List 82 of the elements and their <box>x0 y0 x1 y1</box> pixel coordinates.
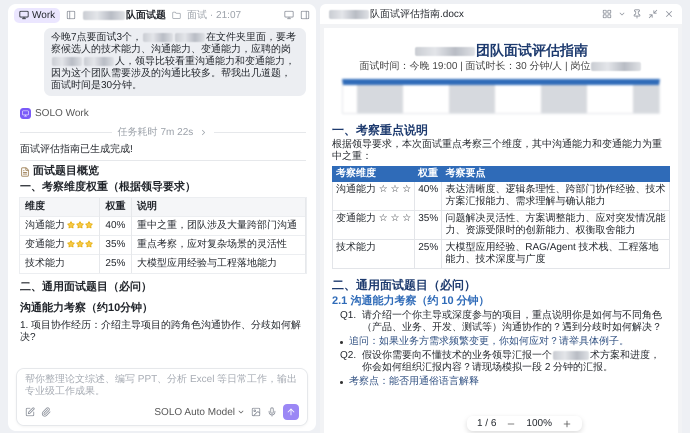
column-header: 权重 <box>414 166 442 182</box>
column-header: 权重 <box>100 198 132 216</box>
table-cell: 变通能力 <box>20 236 100 254</box>
zoom-in-icon[interactable] <box>562 418 572 428</box>
zoom-level: 100% <box>526 418 552 429</box>
column-header: 考察维度 <box>332 166 415 182</box>
agent-name: SOLO Work <box>35 108 89 119</box>
column-header: 考察要点 <box>442 166 670 182</box>
collapse-icon[interactable] <box>648 9 658 19</box>
table-cell: 重点考察，应对复杂场景的灵活性 <box>131 236 306 254</box>
sidebar-toggle-icon[interactable] <box>66 10 76 20</box>
column-header: 说明 <box>131 198 306 216</box>
bullet-icon <box>340 341 343 344</box>
table-cell: 40% <box>414 182 442 210</box>
redacted-block <box>553 350 590 360</box>
model-selector[interactable]: SOLO Auto Model <box>154 406 245 418</box>
question-label: Q2. <box>340 350 356 363</box>
chevron-down-icon[interactable] <box>618 10 626 18</box>
chevron-down-icon <box>237 408 245 416</box>
section-heading: 二、通用面试题目（必问） <box>20 281 153 294</box>
redacted-block <box>329 10 369 18</box>
microphone-icon[interactable] <box>267 407 277 417</box>
table-cell: 表达清晰度、逻辑条理性、跨部门协作经验、技术方案汇报能力、需求理解与确认能力 <box>442 182 670 210</box>
close-icon[interactable] <box>664 9 674 19</box>
table-cell: 沟通能力 ☆ ☆ ☆ <box>332 182 415 210</box>
edit-icon[interactable] <box>25 407 35 417</box>
table-cell: 问题解决灵活性、方案调整能力、应对突发情况能力、资源受限时的创新能力、权衡取舍能力 <box>442 210 670 240</box>
send-button[interactable] <box>283 404 299 420</box>
status-message: 面试评估指南已生成完成! <box>20 144 306 161</box>
question-text: 1. 项目协作经历：介绍主导项目的跨角色沟通协作、分歧如何解决? <box>20 320 302 344</box>
redacted-block <box>415 46 475 56</box>
table-cell: 技术能力 <box>20 254 100 273</box>
redacted-block <box>83 10 126 20</box>
table-cell: 重中之重，团队涉及大量跨部门沟通 <box>131 216 306 236</box>
section-heading: 二、通用面试题目（必问） <box>332 278 477 292</box>
subsection-heading: 2.1 沟通能力考察（约 10 分钟） <box>332 295 491 308</box>
redacted-block <box>52 56 82 66</box>
question-text: 请介绍一个你主导或深度参与的项目，重点说明你是如何与不同角色（产品、业务、开发、测试等）沟通协作的？遇到分歧时如何解决？ <box>362 310 664 334</box>
intro-paragraph: 根据领导要求，本次面试重点考察三个维度，其中沟通能力和变通能力为重中之重： <box>332 139 663 163</box>
document-title: 团队面试评估指南 <box>332 42 670 59</box>
note-text: 追问：如果业务方需求频繁变更，你如何应对？请举具体例子。 <box>349 336 629 348</box>
arrow-up-icon <box>286 407 296 417</box>
document-icon <box>20 166 30 176</box>
table-cell: 沟通能力 <box>20 216 100 236</box>
bullet-icon <box>340 381 343 384</box>
folder-icon <box>172 10 182 20</box>
table-cell: 40% <box>100 216 132 236</box>
table-cell: 35% <box>414 210 442 240</box>
screen-icon[interactable] <box>284 10 294 20</box>
user-message: 今晚7点要面试3个， 在文件夹里面，要考察候选人的技术能力、沟通能力、变通能力，应聘的岗 人，领导比较看重沟通能力和变通能力，因为这个团队需要涉及的沟通比较多。帮我出几道题，面试时间是30分钟。 <box>44 28 306 96</box>
subsection-heading: 沟通能力考察（约10分钟） <box>20 302 154 315</box>
overview-heading: 面试题目概览 <box>33 165 99 178</box>
agent-logo-icon <box>20 108 31 119</box>
chat-title: 队面试题 <box>82 8 166 22</box>
table-cell: 25% <box>414 240 442 268</box>
table-cell: 35% <box>100 236 132 254</box>
question-label: Q1. <box>340 310 356 323</box>
work-mode-button[interactable]: Work <box>14 8 60 22</box>
question-text: 假设你需要向不懂技术的业务领导汇报一个 术方案和进度，你会如何组织汇报内容？请现场模拟一段 2 分钟的汇报。 <box>362 350 662 374</box>
redacted-block <box>84 56 114 66</box>
redacted-block <box>143 32 174 42</box>
page-indicator: 1 / 6 <box>476 418 496 429</box>
note-text: 考察点：能否用通俗语言解释 <box>349 376 479 388</box>
chat-subtitle: 面试 · 21:07 <box>187 8 242 22</box>
table-cell: 大模型应用经验、RAG/Agent 技术栈、工程落地能力、技术深度与广度 <box>442 240 670 268</box>
interview-meta: 面试时间：今晚 19:00 | 面试时长：30 分钟/人 | 岗位 <box>332 61 670 73</box>
panel-right-icon[interactable] <box>300 10 310 20</box>
redacted-block <box>591 62 642 71</box>
pin-icon[interactable] <box>632 9 642 19</box>
document-filename: 队面试评估指南.docx <box>328 7 464 21</box>
view-grid-icon[interactable] <box>602 9 612 19</box>
table-cell: 大模型应用经验与工程落地能力 <box>131 254 306 273</box>
redacted-block <box>175 32 206 42</box>
table-cell: 变通能力 ☆ ☆ ☆ <box>332 210 415 240</box>
attach-icon[interactable] <box>41 407 51 417</box>
monitor-icon <box>19 10 29 20</box>
table-cell: 25% <box>100 254 132 273</box>
column-header: 维度 <box>20 198 100 216</box>
section-heading: 一、考察重点说明 <box>332 123 429 137</box>
image-icon[interactable] <box>251 407 261 417</box>
section-heading: 一、考察维度权重（根据领导要求） <box>20 181 197 194</box>
table-cell: 技术能力 <box>332 240 415 268</box>
